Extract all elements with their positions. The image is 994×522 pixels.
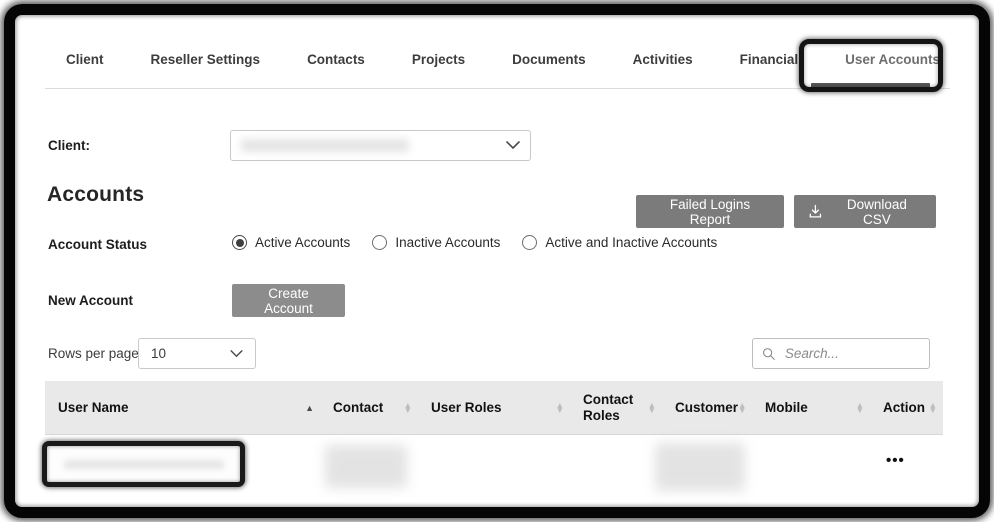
chevron-down-icon [506, 141, 520, 150]
tab-contacts[interactable]: Contacts [307, 52, 365, 67]
account-status-label: Account Status [48, 237, 147, 252]
sort-ascending-icon[interactable]: ▲ [305, 403, 314, 413]
search-icon [762, 346, 776, 362]
column-header-user-name[interactable]: User Name ▲ [45, 381, 320, 434]
client-dropdown[interactable] [230, 130, 531, 161]
radio-active-and-inactive-accounts[interactable]: Active and Inactive Accounts [522, 235, 717, 250]
column-label: Customer [675, 400, 738, 416]
table-row[interactable]: ••• [45, 435, 943, 497]
download-csv-label: Download CSV [832, 197, 922, 227]
cell-contact-roles [570, 435, 662, 497]
active-tab-indicator [811, 83, 930, 90]
contact-redacted-value [325, 445, 407, 488]
row-actions-menu-button[interactable]: ••• [886, 452, 905, 469]
rows-per-page-value: 10 [151, 346, 166, 361]
sort-icon[interactable]: ▲▼ [556, 403, 564, 412]
radio-active-and-inactive-accounts-label: Active and Inactive Accounts [545, 235, 717, 250]
chevron-down-icon [230, 350, 243, 358]
column-label: User Roles [431, 400, 502, 416]
cell-customer [662, 435, 752, 497]
column-header-action[interactable]: Action ▲▼ [870, 381, 943, 434]
column-header-contact[interactable]: Contact ▲▼ [320, 381, 418, 434]
cell-user-roles [418, 435, 570, 497]
cell-user-name [45, 435, 320, 497]
screenshot-canvas: Client Reseller Settings Contacts Projec… [0, 0, 994, 522]
account-status-radio-group: Active Accounts Inactive Accounts Active… [232, 235, 717, 250]
radio-unselected-icon[interactable] [372, 235, 387, 250]
cell-mobile [752, 435, 870, 497]
download-csv-button[interactable]: Download CSV [794, 195, 936, 228]
tab-bar: Client Reseller Settings Contacts Projec… [66, 52, 940, 67]
sort-icon[interactable]: ▲▼ [738, 403, 746, 412]
search-box [752, 338, 930, 369]
radio-active-accounts[interactable]: Active Accounts [232, 235, 350, 250]
page-title: Accounts [47, 183, 144, 207]
radio-unselected-icon[interactable] [522, 235, 537, 250]
column-label: Contact [333, 400, 383, 416]
column-label: User Name [58, 400, 129, 416]
sort-icon[interactable]: ▲▼ [929, 403, 937, 412]
rows-per-page-select[interactable]: 10 [138, 338, 256, 369]
column-label: Mobile [765, 400, 808, 416]
rows-per-page-label: Rows per page: [48, 346, 143, 361]
column-label: Contact Roles [583, 392, 648, 423]
sort-icon[interactable]: ▲▼ [856, 403, 864, 412]
tab-reseller-settings[interactable]: Reseller Settings [151, 52, 261, 67]
new-account-label: New Account [48, 293, 133, 308]
tab-user-accounts[interactable]: User Accounts [845, 52, 940, 67]
radio-inactive-accounts[interactable]: Inactive Accounts [372, 235, 500, 250]
failed-logins-report-label: Failed Logins Report [650, 197, 770, 227]
radio-inactive-accounts-label: Inactive Accounts [395, 235, 500, 250]
cell-contact [320, 435, 418, 497]
sort-icon[interactable]: ▲▼ [404, 403, 412, 412]
cell-action: ••• [870, 435, 943, 497]
column-header-mobile[interactable]: Mobile ▲▼ [752, 381, 870, 434]
column-label: Action [883, 400, 925, 416]
create-account-label: Create Account [246, 286, 331, 316]
create-account-button[interactable]: Create Account [232, 284, 345, 317]
user-name-redacted-value [64, 460, 224, 469]
client-dropdown-redacted-value [241, 139, 409, 152]
download-icon [808, 204, 823, 219]
client-filter-label: Client: [48, 138, 90, 153]
tab-projects[interactable]: Projects [412, 52, 465, 67]
failed-logins-report-button[interactable]: Failed Logins Report [636, 195, 784, 228]
customer-redacted-value [655, 443, 745, 491]
column-header-user-roles[interactable]: User Roles ▲▼ [418, 381, 570, 434]
search-input[interactable] [783, 345, 920, 362]
annotation-box-user-name [42, 441, 245, 487]
tab-activities[interactable]: Activities [633, 52, 693, 67]
radio-active-accounts-label: Active Accounts [255, 235, 350, 250]
tab-documents[interactable]: Documents [512, 52, 586, 67]
tab-financial[interactable]: Financial [740, 52, 799, 67]
sort-icon[interactable]: ▲▼ [648, 403, 656, 412]
column-header-contact-roles[interactable]: Contact Roles ▲▼ [570, 381, 662, 434]
column-header-customer[interactable]: Customer ▲▼ [662, 381, 752, 434]
radio-selected-icon[interactable] [232, 235, 247, 250]
tab-client[interactable]: Client [66, 52, 104, 67]
table-header-row: User Name ▲ Contact ▲▼ User Roles ▲▼ Con… [45, 381, 943, 435]
